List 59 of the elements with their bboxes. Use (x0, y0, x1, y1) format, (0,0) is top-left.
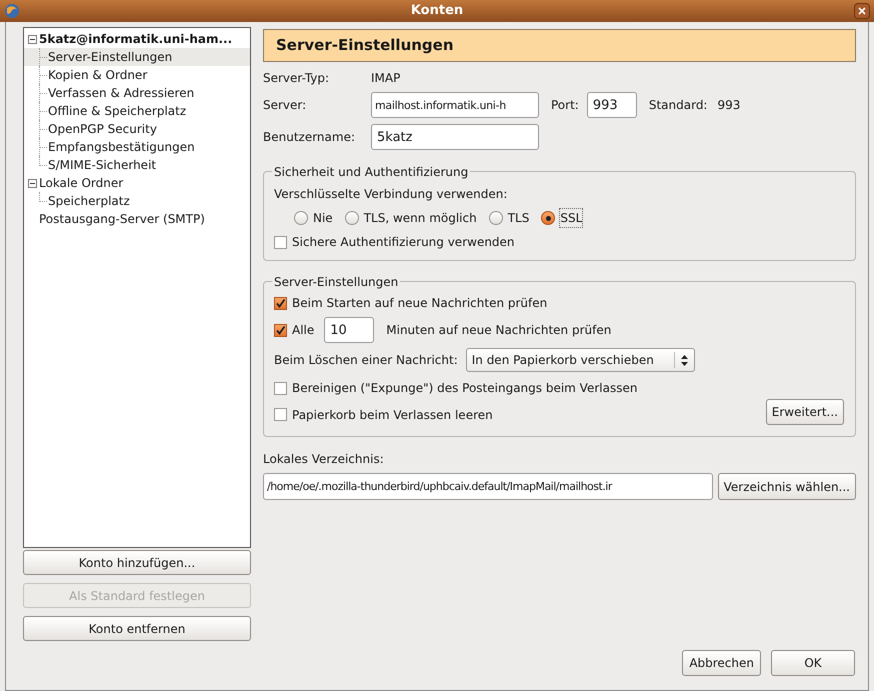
collapse-icon[interactable] (28, 178, 37, 188)
radio-button[interactable] (488, 211, 503, 225)
radio-button[interactable] (294, 211, 308, 225)
default-port-value: 993 (717, 97, 740, 114)
tree-item[interactable]: Empfangsbestätigungen (48, 138, 195, 156)
server-field[interactable]: mailhost.informatik.uni-h (371, 92, 539, 118)
server-type-value: IMAP (371, 70, 400, 87)
option-label: TLS (508, 210, 530, 227)
field-label: Server: (263, 97, 308, 114)
tree-item[interactable]: OpenPGP Security (48, 120, 157, 138)
account-button[interactable]: Konto hinzufügen... (23, 550, 251, 575)
dialog-button[interactable]: OK (771, 650, 855, 676)
field-label: Standard: (648, 97, 708, 114)
checkbox-label: Sichere Authentifizierung verwenden (292, 234, 515, 251)
close-icon (858, 7, 866, 15)
advanced-button[interactable]: Erweitert... (766, 399, 844, 425)
checkbox-label: Papierkorb beim Verlassen leeren (292, 406, 493, 424)
close-button[interactable] (854, 3, 870, 19)
app-icon (4, 3, 20, 19)
radio-button[interactable] (344, 211, 359, 225)
port-field[interactable]: 993 (586, 92, 637, 118)
field-label: Lokales Verzeichnis: (263, 451, 384, 468)
checkbox-label: Alle (292, 322, 314, 339)
choose-directory-button[interactable]: Verzeichnis wählen... (718, 473, 856, 500)
delete-action-dropdown[interactable]: In den Papierkorb verschieben (466, 348, 695, 372)
checkbox-label: Beim Starten auf neue Nachrichten prüfen (292, 295, 548, 312)
tree-item[interactable]: Lokale Ordner (39, 174, 124, 192)
username-field[interactable]: 5katz (371, 124, 539, 150)
checkbox[interactable] (274, 382, 287, 394)
checkbox-label: Bereinigen ("Expunge") des Posteingangs beim Verlassen (292, 380, 638, 397)
tree-item[interactable]: Offline & Speicherplatz (48, 102, 186, 120)
checkbox[interactable] (274, 324, 287, 336)
field-label: Minuten auf neue Nachrichten prüfen (386, 322, 612, 339)
radio-button[interactable] (541, 211, 556, 225)
field-label: Beim Löschen einer Nachricht: (274, 352, 458, 369)
tree-item[interactable]: Postausgang-Server (SMTP) (39, 210, 205, 228)
option-label: TLS, wenn möglich (364, 210, 477, 227)
minutes-field[interactable]: 10 (324, 317, 374, 343)
field-label: Server-Typ: (263, 70, 330, 87)
dialog-button[interactable]: Abbrechen (682, 650, 761, 676)
directory-field[interactable]: /home/oe/.mozilla-thunderbird/uphbcaiv.default/ImapMail/mailhost.ir (263, 473, 713, 500)
checkbox[interactable] (274, 408, 287, 421)
tree-item[interactable]: S/MIME-Sicherheit (48, 156, 156, 174)
checkbox[interactable] (274, 296, 287, 310)
field-label: Benutzername: (263, 129, 356, 146)
collapse-icon[interactable] (28, 34, 37, 44)
spinner-arrows-icon (680, 354, 688, 366)
tree-item[interactable]: Kopien & Ordner (48, 66, 148, 84)
tree-item[interactable]: Verfassen & Adressieren (48, 84, 194, 102)
panel-header: Server-Einstellungen (263, 29, 856, 62)
tree-item[interactable]: 5katz@informatik.uni-ham... (39, 30, 232, 48)
option-label: Nie (313, 210, 333, 227)
field-label: Port: (551, 97, 579, 114)
tree-item[interactable]: Speicherplatz (48, 192, 130, 210)
option-label: SSL (560, 209, 582, 227)
account-button[interactable]: Konto entfernen (23, 616, 251, 641)
prompt-text: Verschlüsselte Verbindung verwenden: (274, 186, 508, 203)
checkbox[interactable] (274, 236, 287, 248)
window-title: Konten (410, 2, 464, 20)
